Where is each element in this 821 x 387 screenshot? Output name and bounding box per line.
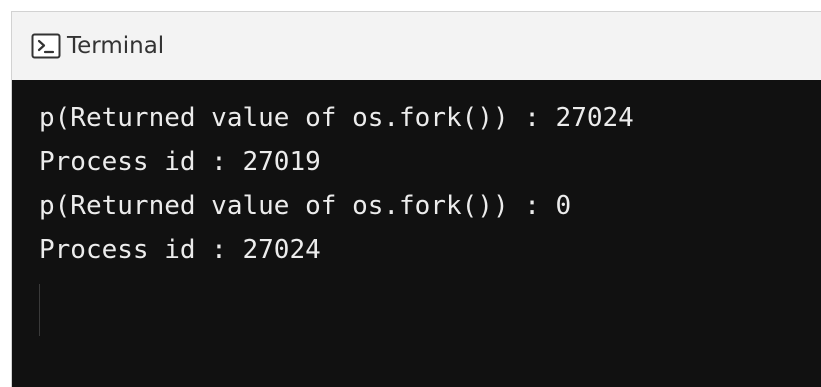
output-line: p(Returned value of os.fork()) : 0	[39, 191, 572, 221]
terminal-tab-title: Terminal	[67, 33, 165, 59]
output-line: p(Returned value of os.fork()) : 27024	[39, 103, 634, 133]
terminal-output[interactable]: p(Returned value of os.fork()) : 27024 P…	[12, 80, 821, 387]
output-line: Process id : 27019	[39, 147, 321, 177]
output-line: Process id : 27024	[39, 235, 321, 265]
text-cursor	[39, 284, 40, 336]
terminal-icon	[31, 33, 61, 59]
terminal-window: Terminal p(Returned value of os.fork()) …	[11, 11, 821, 387]
terminal-tab-header[interactable]: Terminal	[12, 12, 821, 80]
